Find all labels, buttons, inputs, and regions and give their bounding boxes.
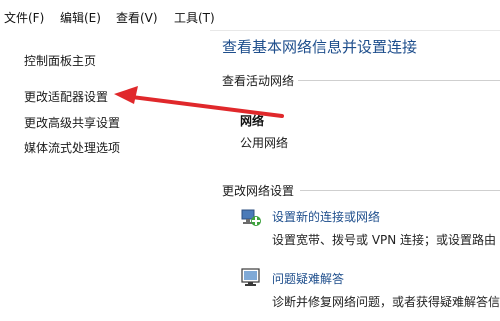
- menu-view[interactable]: 查看(V): [116, 9, 158, 26]
- troubleshoot-link[interactable]: 问题疑难解答: [272, 270, 344, 287]
- sidebar-link-control-panel-home[interactable]: 控制面板主页: [24, 52, 96, 69]
- network-type: 公用网络: [240, 136, 289, 150]
- troubleshoot-desc: 诊断并修复网络问题，或者获得疑难解答信: [272, 295, 500, 309]
- change-network-settings-label: 更改网络设置: [222, 184, 295, 198]
- setup-new-connection-desc: 设置宽带、拨号或 VPN 连接；或设置路由: [272, 233, 497, 247]
- sidebar: 控制面板主页 更改适配器设置 更改高级共享设置 媒体流式处理选项: [0, 30, 210, 321]
- menu-bar: 文件(F) 编辑(E) 查看(V) 工具(T): [0, 0, 500, 31]
- menu-file[interactable]: 文件(F): [4, 9, 44, 26]
- menu-edit[interactable]: 编辑(E): [60, 9, 101, 26]
- divider: [298, 80, 500, 81]
- sidebar-link-media-streaming[interactable]: 媒体流式处理选项: [24, 139, 120, 156]
- setup-new-connection-link[interactable]: 设置新的连接或网络: [272, 208, 380, 225]
- menu-tools[interactable]: 工具(T): [174, 9, 215, 26]
- sidebar-link-change-adapter-settings[interactable]: 更改适配器设置: [24, 88, 108, 105]
- sidebar-link-advanced-sharing[interactable]: 更改高级共享设置: [24, 114, 120, 131]
- main-panel: 查看基本网络信息并设置连接 查看活动网络 网络 公用网络 更改网络设置 设置新的…: [210, 30, 500, 321]
- page-title: 查看基本网络信息并设置连接: [222, 38, 418, 56]
- network-name: 网络: [240, 114, 265, 128]
- network-setup-icon: [240, 206, 262, 228]
- active-networks-label: 查看活动网络: [222, 74, 295, 88]
- divider: [300, 190, 500, 191]
- troubleshoot-icon: [240, 266, 262, 288]
